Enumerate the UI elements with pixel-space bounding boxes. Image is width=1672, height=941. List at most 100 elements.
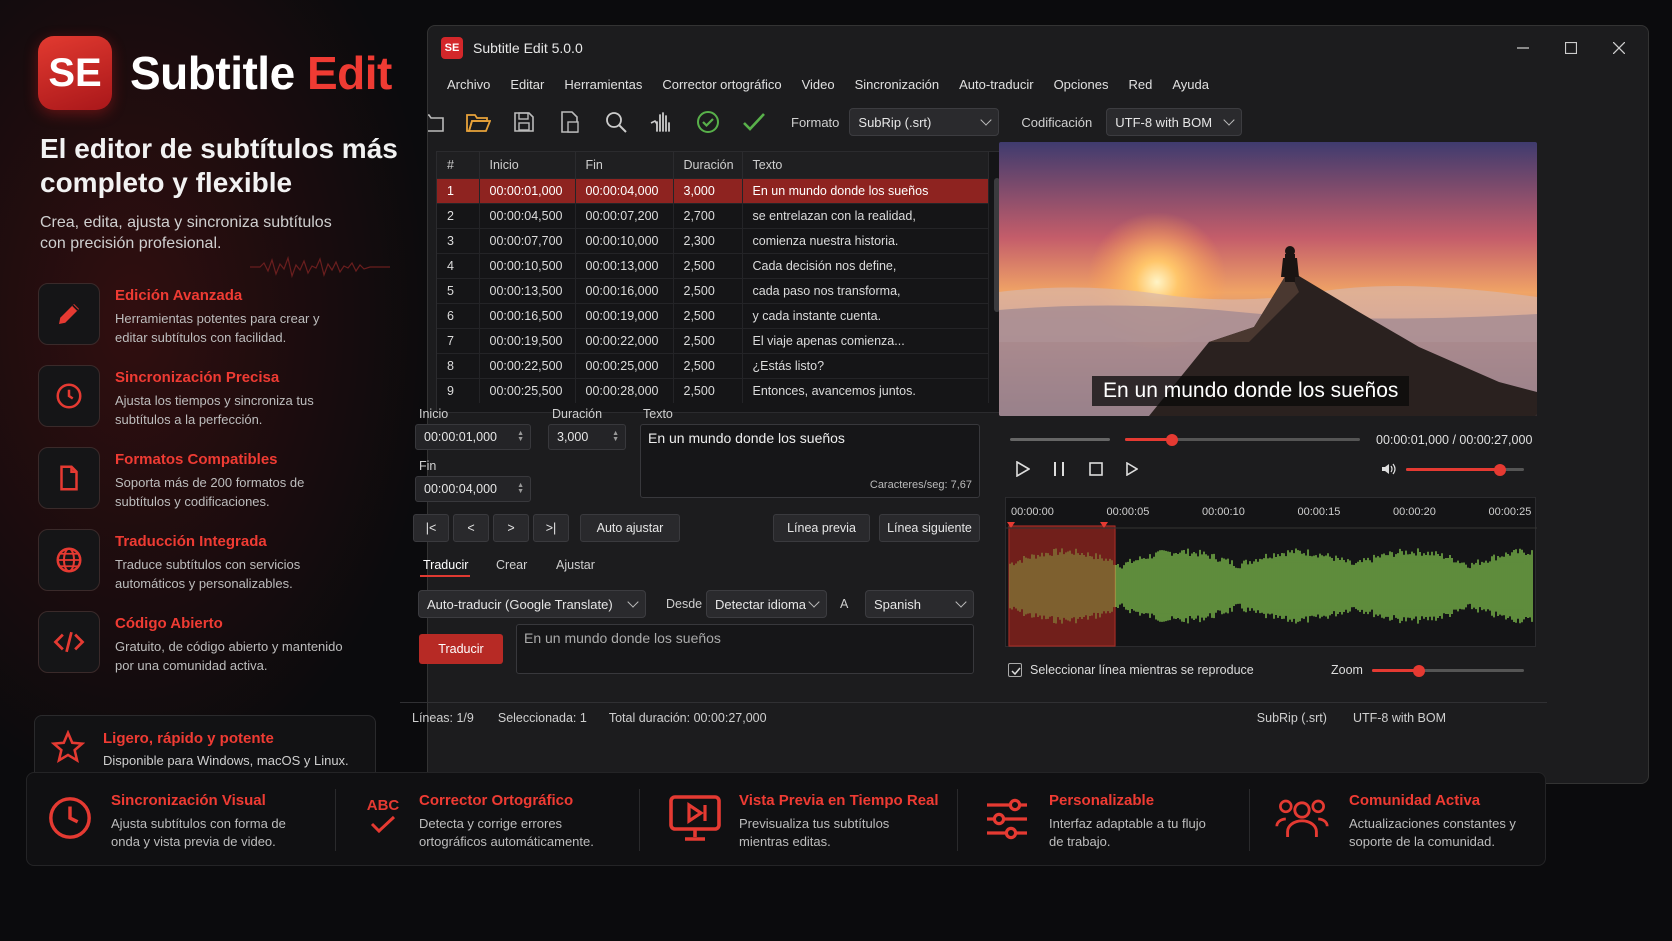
table-cell: 2,500 [673, 302, 743, 328]
menu-archivo[interactable]: Archivo [447, 77, 490, 92]
feature-desc: Gratuito, de código abierto y mantenido … [115, 639, 343, 673]
translate-button[interactable]: Traducir [419, 634, 503, 664]
end-time-input[interactable]: 00:00:04,000 ▲ ▼ [415, 476, 531, 502]
feature-title: Formatos Compatibles [115, 451, 278, 468]
table-row[interactable]: 5 00:00:13,500 00:00:16,000 2,500 cada paso … [437, 277, 989, 303]
video-frame [999, 142, 1537, 416]
text-label: Texto [643, 407, 673, 421]
table-row[interactable]: 6 00:00:16,500 00:00:19,000 2,500 y cada ins… [437, 302, 989, 328]
bottom-feature-desc: Actualizaciones constantes y soporte de … [1349, 816, 1516, 849]
pause-icon[interactable] [1053, 461, 1065, 482]
menu-herramientas[interactable]: Herramientas [564, 77, 642, 92]
feature-desc: Herramientas potentes para crear y edita… [115, 311, 320, 345]
menu-sincronizacion[interactable]: Sincronización [855, 77, 940, 92]
format-select[interactable]: SubRip (.srt) [849, 108, 1000, 136]
table-cell: comienza nuestra historia. [742, 227, 989, 253]
from-label: Desde [666, 597, 703, 611]
end-label: Fin [419, 459, 437, 473]
play-icon[interactable] [1016, 460, 1031, 482]
col-end[interactable]: Fin [575, 152, 674, 178]
col-duration[interactable]: Duración [673, 152, 743, 178]
table-cell: 00:00:04,500 [479, 202, 576, 228]
menu-opciones[interactable]: Opciones [1054, 77, 1109, 92]
bottom-feature-desc: Previsualiza tus subtítulos mientras edi… [739, 816, 890, 849]
stop-icon[interactable] [1089, 462, 1103, 481]
save-as-icon[interactable] [553, 105, 587, 139]
table-row[interactable]: 4 00:00:10,500 00:00:13,000 2,500 Cada decis… [437, 252, 989, 278]
spellcheck-icon[interactable] [737, 105, 771, 139]
open-folder-button[interactable] [461, 105, 495, 139]
next-line-button[interactable]: Línea siguiente [879, 514, 980, 542]
feature-desc: Ajusta los tiempos y sincroniza tus subt… [115, 393, 314, 427]
table-cell: El viaje apenas comienza... [742, 327, 989, 353]
feature-sincronizacion: Sincronización Precisa Ajusta los tiempo… [38, 365, 398, 433]
chevron-down-icon [808, 596, 820, 608]
first-line-button[interactable]: |< [413, 514, 449, 542]
menu-editar[interactable]: Editar [510, 77, 544, 92]
mini-seek-bar[interactable] [1010, 438, 1110, 441]
spinner-icon[interactable]: ▲ ▼ [517, 430, 524, 443]
auto-adjust-button[interactable]: Auto ajustar [580, 514, 680, 542]
menu-corrector[interactable]: Corrector ortográfico [662, 77, 781, 92]
volume-slider[interactable] [1406, 464, 1524, 476]
to-language-select[interactable]: Spanish [865, 590, 974, 618]
spinner-icon[interactable]: ▲ ▼ [612, 430, 619, 443]
next-button[interactable]: > [493, 514, 529, 542]
waveform-hand-icon[interactable] [645, 105, 679, 139]
volume-icon[interactable] [1381, 462, 1397, 481]
table-header: # Inicio Fin Duración Texto [437, 152, 989, 178]
last-line-button[interactable]: >| [533, 514, 569, 542]
table-cell: 8 [437, 352, 480, 378]
col-text[interactable]: Texto [742, 152, 989, 178]
menu-bar: Archivo Editar Herramientas Corrector or… [428, 70, 1648, 98]
sync-select-checkbox[interactable] [1008, 663, 1022, 677]
tab-crear[interactable]: Crear [496, 558, 527, 572]
table-row[interactable]: 1 00:00:01,000 00:00:04,000 3,000 En un mund… [437, 177, 989, 203]
menu-red[interactable]: Red [1128, 77, 1152, 92]
table-cell: 00:00:19,500 [479, 327, 576, 353]
zoom-slider[interactable] [1372, 665, 1524, 677]
col-start[interactable]: Inicio [479, 152, 576, 178]
duration-input[interactable]: 3,000 ▲ ▼ [548, 424, 626, 450]
subtitle-text-input[interactable]: En un mundo donde los sueños Caracteres/s… [640, 424, 980, 498]
video-preview[interactable]: En un mundo donde los sueños [999, 142, 1537, 416]
encoding-select[interactable]: UTF-8 with BOM [1106, 108, 1243, 136]
feature-title: Traducción Integrada [115, 533, 267, 550]
col-number[interactable]: # [437, 152, 480, 178]
duration-label: Duración [552, 407, 603, 421]
seek-bar[interactable] [1125, 434, 1360, 446]
minimize-button[interactable] [1510, 36, 1536, 60]
menu-auto-traducir[interactable]: Auto-traducir [959, 77, 1033, 92]
tab-ajustar[interactable]: Ajustar [556, 558, 595, 572]
new-folder-button[interactable] [428, 105, 449, 139]
search-icon[interactable] [599, 105, 633, 139]
prev-line-button[interactable]: Línea previa [773, 514, 870, 542]
translate-service-select[interactable]: Auto-traducir (Google Translate) [418, 590, 646, 618]
maximize-button[interactable] [1558, 36, 1584, 60]
translation-preview-input[interactable]: En un mundo donde los sueños [516, 624, 974, 674]
from-language-select[interactable]: Detectar idioma [706, 590, 827, 618]
bottom-feature-title: Personalizable [1049, 792, 1155, 809]
step-forward-icon[interactable] [1126, 461, 1139, 481]
waveform-panel[interactable]: 00:00:00 00:00:05 00:00:10 00:00:15 00:00:20… [1005, 497, 1537, 647]
save-icon[interactable] [507, 105, 541, 139]
table-row[interactable]: 2 00:00:04,500 00:00:07,200 2,700 se entrela… [437, 202, 989, 228]
table-row[interactable]: 3 00:00:07,700 00:00:10,000 2,300 comienza n… [437, 227, 989, 253]
menu-video[interactable]: Video [802, 77, 835, 92]
menu-ayuda[interactable]: Ayuda [1172, 77, 1209, 92]
seek-handle[interactable] [1166, 434, 1178, 446]
bottom-feature: Personalizable Interfaz adaptable a tu f… [959, 773, 1249, 867]
check-circle-icon[interactable] [691, 105, 725, 139]
table-row[interactable]: 7 00:00:19,500 00:00:22,000 2,500 El viaje a… [437, 327, 989, 353]
waveform [1006, 522, 1537, 647]
table-cell: Entonces, avancemos juntos. [742, 377, 989, 403]
code-icon [38, 611, 100, 673]
close-button[interactable] [1606, 36, 1632, 60]
prev-button[interactable]: < [453, 514, 489, 542]
zoom-handle[interactable] [1413, 665, 1426, 677]
start-time-input[interactable]: 00:00:01,000 ▲ ▼ [415, 424, 531, 450]
table-row[interactable]: 8 00:00:22,500 00:00:25,000 2,500 ¿Estás lis… [437, 352, 989, 378]
table-row[interactable]: 9 00:00:25,500 00:00:28,000 2,500 Entonces, … [437, 377, 989, 403]
tab-traducir[interactable]: Traducir [423, 558, 468, 572]
spinner-icon[interactable]: ▲ ▼ [517, 482, 524, 495]
